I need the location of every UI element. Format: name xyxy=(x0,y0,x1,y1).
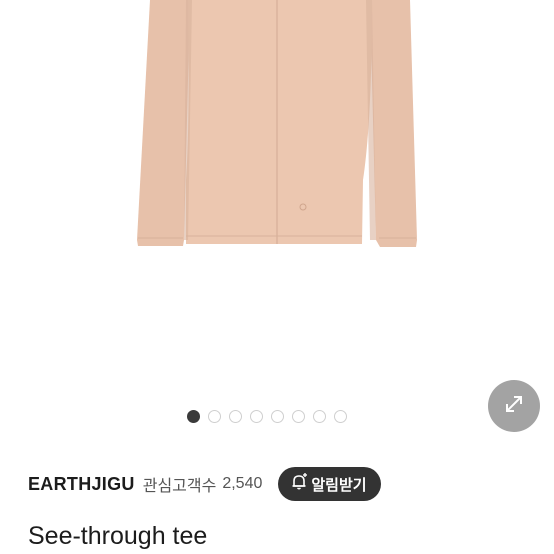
brand-name[interactable]: EARTHJIGU xyxy=(28,474,135,495)
carousel-dot[interactable] xyxy=(229,410,242,423)
carousel-dot[interactable] xyxy=(334,410,347,423)
notify-button-label: 알림받기 xyxy=(311,476,367,494)
carousel-indicators xyxy=(187,410,347,423)
bell-plus-icon xyxy=(290,473,308,495)
favorites-count: 2,540 xyxy=(222,475,263,492)
carousel-dot[interactable] xyxy=(208,410,221,423)
favorites-label: 관심고객수 xyxy=(142,478,217,495)
expand-image-button[interactable] xyxy=(488,380,540,432)
expand-diagonal-icon xyxy=(501,391,527,422)
carousel-dot[interactable] xyxy=(313,410,326,423)
shirt-illustration xyxy=(137,0,417,247)
carousel-dot[interactable] xyxy=(250,410,263,423)
product-title: See-through tee xyxy=(28,522,208,550)
product-image[interactable] xyxy=(0,0,554,395)
notify-button[interactable]: 알림받기 xyxy=(278,467,381,501)
carousel-dot[interactable] xyxy=(292,410,305,423)
carousel-dot[interactable] xyxy=(187,410,200,423)
brand-row: EARTHJIGU 관심고객수 2,540 알림받기 xyxy=(28,466,381,502)
carousel-dot[interactable] xyxy=(271,410,284,423)
